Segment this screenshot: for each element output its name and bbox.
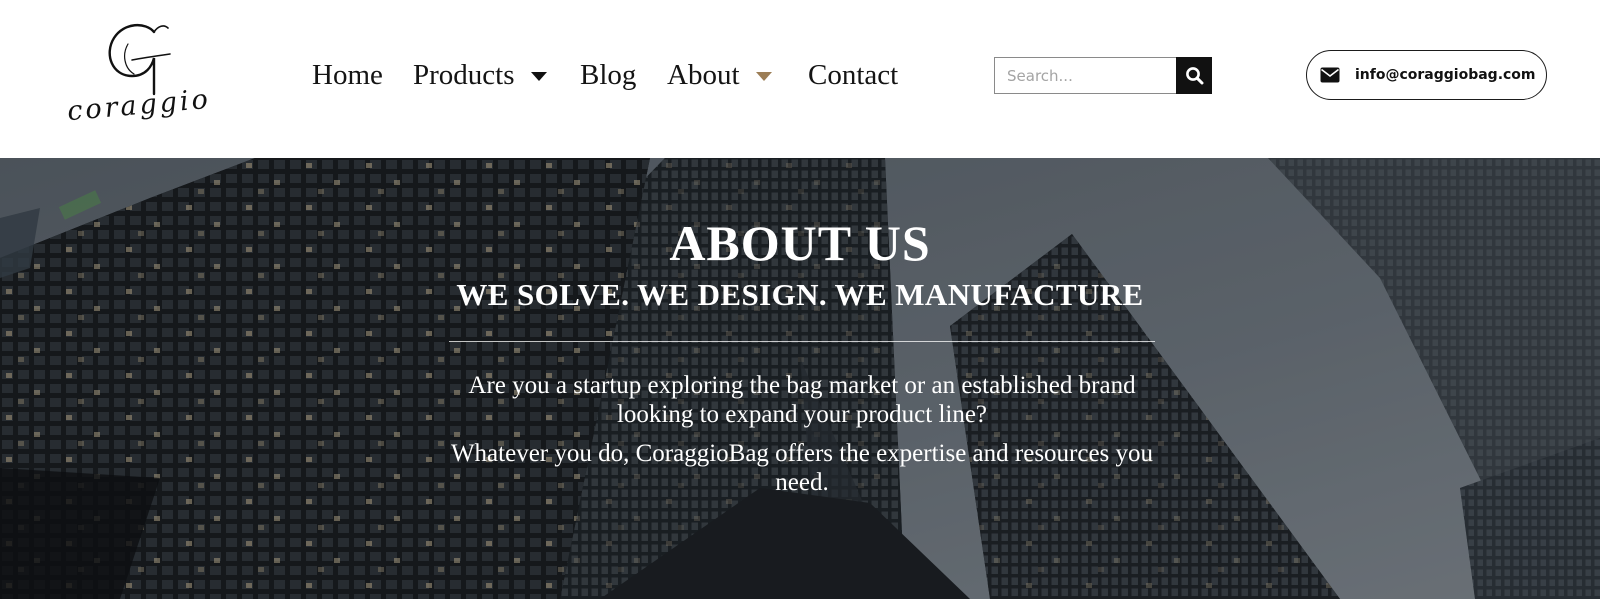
search-form [994,57,1212,94]
search-button[interactable] [1176,57,1212,94]
hero-tagline: WE SOLVE. WE DESIGN. WE MANUFACTURE [456,277,1144,312]
divider [449,341,1155,342]
logo[interactable]: coraggio [62,18,212,130]
site-header: coraggio Home Products Blog About Contac… [0,0,1600,158]
envelope-icon [1320,67,1340,83]
hero-paragraph-2: Whatever you do, CoraggioBag offers the … [450,440,1154,496]
nav-item-products[interactable]: Products [413,57,547,93]
nav-item-label: Contact [808,59,899,91]
chevron-down-icon[interactable] [755,71,772,81]
nav-item-label: Blog [580,59,637,91]
nav-item-home[interactable]: Home [312,57,383,93]
hero-paragraph-1: Are you a startup exploring the bag mark… [468,372,1136,428]
search-input[interactable] [994,57,1176,94]
about-hero-banner: ABOUT US WE SOLVE. WE DESIGN. WE MANUFAC… [0,158,1600,599]
nav-item-label: Home [312,59,383,91]
nav-item-label: Products [413,59,515,91]
email-address: info@coraggiobag.com [1355,67,1536,83]
nav-item-label: About [667,59,740,91]
search-icon [1185,67,1203,85]
chevron-down-icon[interactable] [530,71,547,81]
email-contact-button[interactable]: info@coraggiobag.com [1306,50,1547,100]
nav-item-about[interactable]: About [667,57,772,93]
nav-item-blog[interactable]: Blog [580,57,636,93]
page-title: ABOUT US [669,215,931,271]
nav-item-contact[interactable]: Contact [808,57,898,93]
